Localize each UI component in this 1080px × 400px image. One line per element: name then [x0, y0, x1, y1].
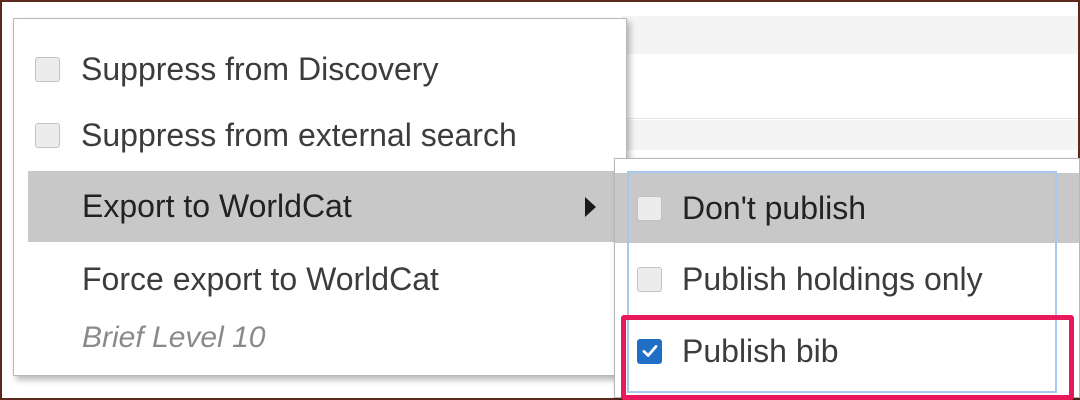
submenu-item-label: Don't publish — [682, 189, 866, 226]
menu-item-label: Suppress from external search — [81, 116, 517, 153]
menu-item-label: Force export to WorldCat — [82, 260, 439, 297]
background-row — [622, 120, 1078, 150]
brief-level-text: Brief Level 10 — [82, 321, 266, 354]
submenu-item-label: Publish holdings only — [682, 260, 983, 297]
submenu-item-dont-publish[interactable]: Don't publish — [615, 173, 1079, 243]
annotation-highlight-box — [621, 315, 1074, 400]
menu-item-label: Export to WorldCat — [82, 188, 352, 224]
background-row — [622, 16, 1078, 54]
menu-item-export-worldcat[interactable]: Export to WorldCat — [28, 171, 626, 242]
context-menu: Suppress from Discovery Suppress from ex… — [13, 18, 627, 376]
menu-item-suppress-discovery[interactable]: Suppress from Discovery — [14, 45, 626, 93]
checkbox[interactable] — [637, 266, 662, 292]
checkbox[interactable] — [35, 56, 60, 82]
background-divider — [622, 118, 1078, 119]
submenu-item-holdings-only[interactable]: Publish holdings only — [615, 253, 1079, 305]
checkbox[interactable] — [637, 195, 662, 221]
brief-level-label: Brief Level 10 — [14, 315, 626, 361]
submenu-arrow-icon — [585, 196, 596, 217]
menu-item-label: Suppress from Discovery — [81, 50, 439, 87]
checkbox[interactable] — [35, 122, 60, 148]
menu-item-force-export[interactable]: Force export to WorldCat — [14, 255, 626, 303]
menu-item-suppress-external[interactable]: Suppress from external search — [14, 111, 626, 159]
